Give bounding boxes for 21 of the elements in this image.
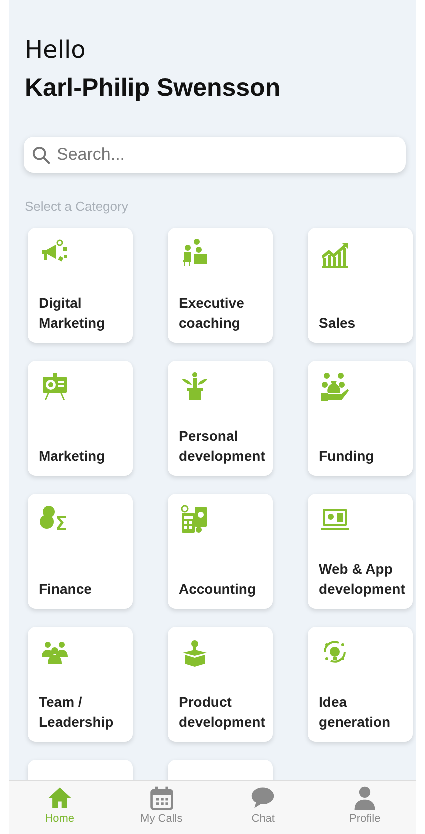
speech-bubble-icon: [250, 785, 276, 811]
user-name: Karl-Philip Swensson: [25, 74, 282, 103]
potted-plant-person-icon: [179, 371, 211, 403]
greeting-text: Hello: [25, 36, 87, 64]
section-title: Select a Category: [25, 199, 130, 214]
category-card[interactable]: Funding: [308, 361, 413, 476]
home-icon: [46, 785, 73, 811]
category-card[interactable]: Marketing: [28, 361, 133, 476]
category-card[interactable]: Personal development: [168, 361, 273, 476]
category-card[interactable]: Team / Leadership: [28, 627, 133, 742]
category-card[interactable]: Finance: [28, 494, 133, 609]
category-card[interactable]: Executive coaching: [168, 228, 273, 343]
category-card[interactable]: Digital Marketing: [28, 228, 133, 343]
money-bag-hand-icon: [319, 371, 351, 403]
category-card[interactable]: Sales: [308, 228, 413, 343]
category-card[interactable]: Web & App development: [308, 494, 413, 609]
calendar-icon: [148, 785, 175, 811]
category-card[interactable]: Idea generation: [308, 627, 413, 742]
category-card[interactable]: Accounting: [168, 494, 273, 609]
search-field[interactable]: Search...: [24, 137, 406, 173]
category-card[interactable]: Product development: [168, 627, 273, 742]
